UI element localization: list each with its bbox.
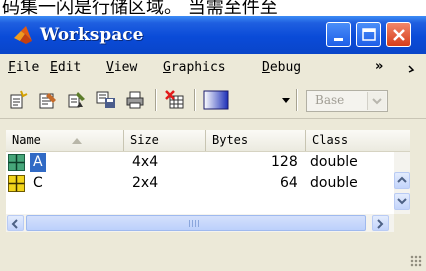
save-icon[interactable] xyxy=(96,90,116,110)
chevron-down-icon xyxy=(372,98,382,105)
new-variable-icon[interactable] xyxy=(8,90,28,110)
column-label-size: Size xyxy=(130,133,159,147)
column-header-bytes[interactable]: Bytes xyxy=(206,130,306,151)
import-data-icon[interactable] xyxy=(67,90,87,110)
column-label-bytes: Bytes xyxy=(212,133,249,147)
toolbar-separator xyxy=(155,89,157,111)
horizontal-scroll-thumb[interactable] xyxy=(26,215,366,231)
variable-name: A xyxy=(30,153,46,172)
base-stack-select[interactable]: Base xyxy=(306,90,388,112)
menu-overflow-button[interactable]: » xyxy=(375,59,383,74)
table-header: Name Size Bytes Class xyxy=(6,130,410,153)
plot-dropdown-arrow-icon[interactable] xyxy=(282,98,290,103)
toolbar: Base xyxy=(0,82,426,119)
close-button[interactable] xyxy=(386,22,411,47)
variable-class: double xyxy=(310,175,358,191)
resize-grip-icon[interactable] xyxy=(410,255,422,267)
column-header-class[interactable]: Class xyxy=(306,130,410,151)
print-icon[interactable] xyxy=(125,90,145,110)
maximize-icon xyxy=(362,28,376,41)
workspace-window: Workspace File Edit View Graphics Debug … xyxy=(0,16,426,271)
minimize-button[interactable] xyxy=(326,22,351,47)
background-text: 码集一闪是行储区域。 当需至件至 xyxy=(2,0,278,16)
base-stack-value: Base xyxy=(315,93,345,107)
table-row[interactable]: A 4x4 128 double xyxy=(6,152,394,173)
table-row[interactable]: C 2x4 64 double xyxy=(6,173,394,194)
scroll-left-button[interactable] xyxy=(7,215,24,231)
menu-file[interactable]: File xyxy=(8,60,39,75)
variables-table: A 4x4 128 double C 2x4 64 double xyxy=(6,152,394,214)
variable-size: 4x4 xyxy=(132,154,159,170)
matrix-variable-icon xyxy=(8,175,25,192)
variable-bytes: 128 xyxy=(271,154,298,170)
menu-bar: File Edit View Graphics Debug » xyxy=(0,54,426,82)
chevron-right-icon xyxy=(377,219,384,229)
column-header-size[interactable]: Size xyxy=(124,130,206,151)
toolbar-separator xyxy=(194,89,196,111)
scroll-down-button[interactable] xyxy=(394,193,410,210)
background-document-strip: 码集一闪是行储区域。 当需至件至 xyxy=(0,0,426,16)
open-variable-icon[interactable] xyxy=(38,90,58,110)
sort-ascending-icon xyxy=(72,138,82,144)
scrollbar-corner xyxy=(394,214,410,232)
menu-view[interactable]: View xyxy=(106,60,137,75)
variable-size: 2x4 xyxy=(132,175,159,191)
thumb-grip xyxy=(189,220,201,227)
status-bar xyxy=(0,236,426,271)
variable-name: C xyxy=(33,175,43,191)
maximize-button[interactable] xyxy=(356,22,381,47)
toolbar-separator xyxy=(296,89,298,111)
chevron-up-icon xyxy=(397,176,407,183)
vertical-scrollbar[interactable] xyxy=(394,152,410,214)
matlab-logo-icon xyxy=(14,26,32,44)
minimize-icon xyxy=(334,38,343,41)
title-bar[interactable]: Workspace xyxy=(0,16,426,54)
variable-class: double xyxy=(310,154,358,170)
column-header-name[interactable]: Name xyxy=(6,130,124,151)
menu-edit[interactable]: Edit xyxy=(50,60,81,75)
scroll-right-button[interactable] xyxy=(372,215,389,231)
scroll-up-button[interactable] xyxy=(394,172,410,189)
base-dropdown-button[interactable] xyxy=(367,92,386,110)
plot-select-icon[interactable] xyxy=(203,90,239,110)
chevron-down-icon xyxy=(397,198,407,205)
menu-graphics[interactable]: Graphics xyxy=(163,60,226,75)
close-icon xyxy=(393,29,405,41)
variable-bytes: 64 xyxy=(280,175,298,191)
menu-debug[interactable]: Debug xyxy=(262,60,301,75)
chevron-left-icon xyxy=(11,219,18,229)
column-label-name: Name xyxy=(12,133,41,147)
horizontal-scrollbar[interactable] xyxy=(6,214,394,232)
toolbar-chevron-icon[interactable] xyxy=(408,65,418,73)
window-title: Workspace xyxy=(40,25,144,45)
column-label-class: Class xyxy=(312,133,349,147)
delete-icon[interactable] xyxy=(165,90,185,110)
matrix-variable-icon xyxy=(8,154,25,171)
